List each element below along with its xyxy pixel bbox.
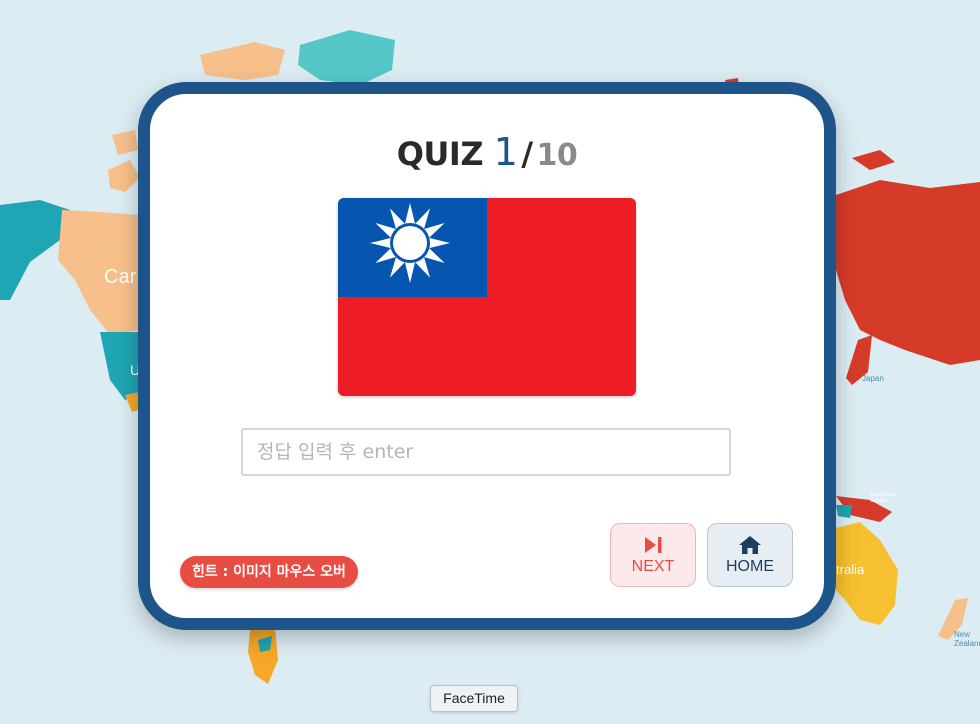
quiz-separator: / <box>521 135 533 173</box>
quiz-total-number: 10 <box>536 138 578 173</box>
quiz-flag-image[interactable] <box>338 198 636 396</box>
home-button[interactable]: HOME <box>707 523 793 587</box>
flag-sun-icon <box>370 203 450 283</box>
skip-next-icon <box>645 537 662 553</box>
next-button[interactable]: NEXT <box>610 523 696 587</box>
quiz-title-prefix: QUIZ <box>396 135 484 173</box>
map-label-japan: Japan <box>862 374 884 383</box>
quiz-current-number: 1 <box>493 130 518 174</box>
facetime-dock-tooltip: FaceTime <box>430 685 518 712</box>
next-button-label: NEXT <box>631 558 675 575</box>
map-label-png: Papua New Guinea <box>870 492 896 504</box>
home-icon <box>739 536 761 554</box>
map-label-canada: Car <box>104 266 137 288</box>
hint-badge: 힌트 : 이미지 마우스 오버 <box>180 556 358 588</box>
home-button-label: HOME <box>726 558 774 575</box>
map-label-australia: tralia <box>836 562 865 577</box>
answer-input[interactable] <box>241 428 731 476</box>
quiz-title: QUIZ 1/10 <box>150 130 824 174</box>
map-label-new-zealand: New Zealand <box>954 630 980 648</box>
quiz-card: QUIZ 1/10 힌트 : 이미지 마우스 오버 NEXT HOME <box>138 82 836 630</box>
flag-canton <box>338 198 487 297</box>
map-region-png-2 <box>836 505 852 518</box>
